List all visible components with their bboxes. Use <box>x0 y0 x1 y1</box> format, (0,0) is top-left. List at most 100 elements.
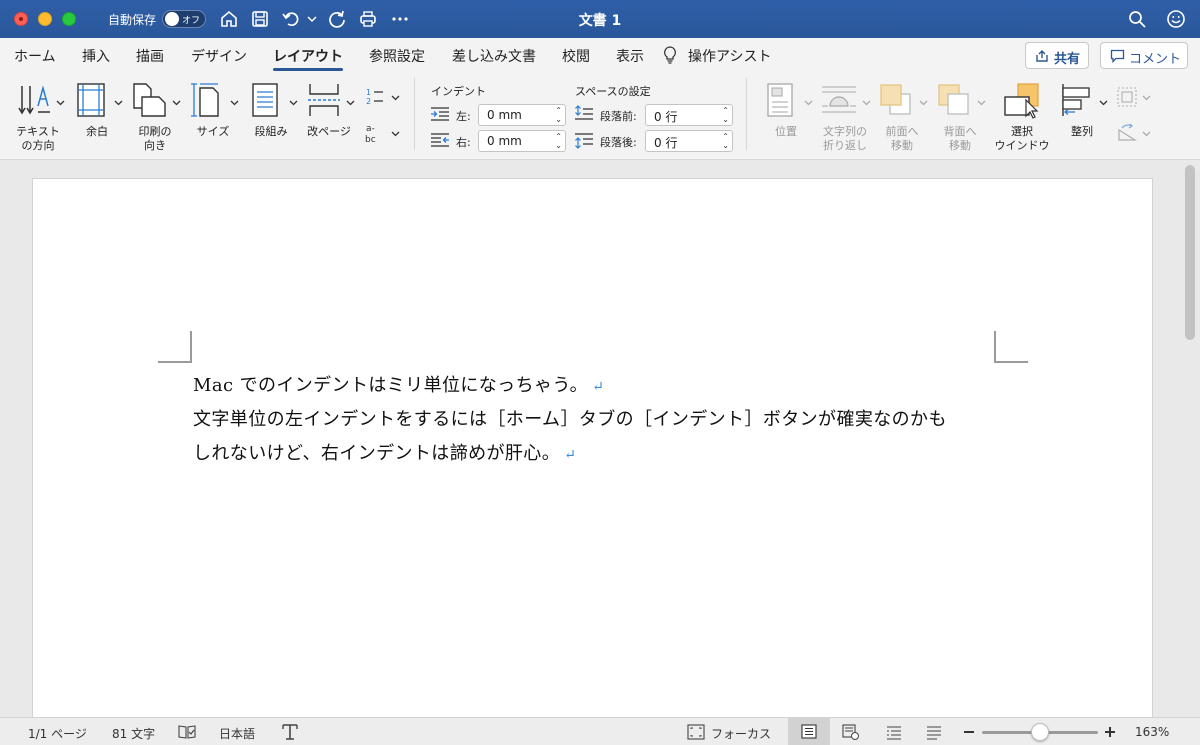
columns-button[interactable]: 段組み <box>246 76 302 152</box>
paragraph-mark: ↵ <box>564 447 577 463</box>
selection-pane-button[interactable]: 選択 ウインドウ <box>990 76 1054 152</box>
orientation-label: 印刷の 向き <box>138 125 172 152</box>
spacing-before-value: 0 行 <box>654 110 678 124</box>
document-page[interactable]: Mac でのインデントはミリ単位になっちゃう。 ↵ 文字単位の左インデントをするに… <box>32 178 1153 717</box>
indent-left-label: 左: <box>456 110 471 123</box>
tab-review[interactable]: 校閲 <box>562 46 590 66</box>
tab-view[interactable]: 表示 <box>616 46 644 66</box>
tab-design[interactable]: デザイン <box>191 46 247 66</box>
orientation-icon <box>133 83 166 117</box>
ribbon-separator <box>746 78 747 150</box>
bring-forward-icon <box>880 84 911 115</box>
svg-text:1: 1 <box>366 88 371 97</box>
wrap-text-button[interactable]: 文字列の 折り返し <box>816 76 874 152</box>
chevron-down-icon <box>346 100 355 106</box>
tab-home[interactable]: ホーム <box>14 46 56 66</box>
paragraph-line-1[interactable]: Mac でのインデントはミリ単位になっちゃう。 ↵ <box>193 371 604 397</box>
draft-view-icon[interactable] <box>925 724 943 740</box>
comment-label: コメント <box>1129 52 1182 67</box>
position-label: 位置 <box>775 125 797 138</box>
focus-mode[interactable]: フォーカス <box>711 725 771 742</box>
feedback-smiley-icon[interactable] <box>1166 9 1186 29</box>
hyphenation-icon[interactable]: a- bc <box>364 122 386 144</box>
columns-icon <box>252 83 278 117</box>
zoom-in-icon[interactable] <box>1104 725 1116 739</box>
indent-right-value: 0 mm <box>487 134 522 148</box>
chevron-down-icon <box>56 100 65 106</box>
send-backward-icon <box>938 84 969 115</box>
paragraph-line-3[interactable]: しれないけど、右インデントは諦めが肝心。 ↵ <box>193 439 576 465</box>
size-label: サイズ <box>196 125 230 138</box>
spacing-before-icon <box>575 105 593 120</box>
zoom-out-icon[interactable] <box>963 725 975 739</box>
indent-right-stepper-icon[interactable]: ⌃ ⌄ <box>555 132 562 150</box>
tab-draw[interactable]: 描画 <box>136 46 164 66</box>
indent-left-field[interactable]: 0 mm ⌃ ⌄ <box>478 104 566 126</box>
spacing-before-stepper-icon[interactable]: ⌃ ⌄ <box>722 106 729 124</box>
orientation-button[interactable]: 印刷の 向き <box>128 76 186 152</box>
position-button[interactable]: 位置 <box>758 76 814 152</box>
search-icon[interactable] <box>1127 9 1147 29</box>
document-canvas[interactable]: Mac でのインデントはミリ単位になっちゃう。 ↵ 文字単位の左インデントをするに… <box>0 160 1200 717</box>
chevron-down-icon[interactable] <box>1142 129 1151 138</box>
spacing-group-title: スペースの設定 <box>575 85 651 98</box>
align-button[interactable]: 整列 <box>1056 76 1112 152</box>
selection-pane-label: 選択 ウインドウ <box>994 125 1050 152</box>
chevron-down-icon[interactable] <box>391 129 400 138</box>
svg-text:bc: bc <box>365 135 376 144</box>
align-icon <box>1062 84 1090 116</box>
zoom-level[interactable]: 163% <box>1135 725 1169 739</box>
rotate-icon[interactable] <box>1116 122 1138 144</box>
group-objects-icon[interactable] <box>1116 86 1138 108</box>
indent-left-stepper-icon[interactable]: ⌃ ⌄ <box>555 106 562 124</box>
vertical-scrollbar[interactable] <box>1185 165 1195 340</box>
chevron-down-icon[interactable] <box>391 93 400 102</box>
language[interactable]: 日本語 <box>219 725 255 742</box>
spacing-after-field[interactable]: 0 行 ⌃ ⌄ <box>645 130 733 152</box>
print-layout-view-button[interactable] <box>788 718 830 745</box>
zoom-slider-handle[interactable] <box>1031 723 1049 741</box>
margins-button[interactable]: 余白 <box>72 76 126 152</box>
share-label: 共有 <box>1054 52 1081 67</box>
outline-view-icon[interactable] <box>885 724 903 740</box>
proofing-icon[interactable] <box>178 724 196 740</box>
svg-text:a-: a- <box>366 124 375 134</box>
tab-tell-me[interactable]: 操作アシスト <box>688 46 771 66</box>
spacing-after-icon <box>575 133 593 149</box>
size-button[interactable]: サイズ <box>188 76 242 152</box>
spacing-after-stepper-icon[interactable]: ⌃ ⌄ <box>722 132 729 150</box>
word-count[interactable]: 81 文字 <box>112 725 155 742</box>
paragraph-text: しれないけど、右インデントは諦めが肝心。 <box>193 443 561 464</box>
comment-icon <box>1110 49 1125 63</box>
bring-forward-button[interactable]: 前面へ 移動 <box>874 76 930 152</box>
share-button[interactable]: 共有 <box>1025 42 1089 69</box>
tab-mailings[interactable]: 差し込み文書 <box>452 46 536 66</box>
chevron-down-icon[interactable] <box>1142 93 1151 102</box>
margins-label: 余白 <box>86 125 108 138</box>
chevron-down-icon <box>919 100 928 106</box>
paragraph-line-2[interactable]: 文字単位の左インデントをするには［ホーム］タブの［インデント］ボタンが確実なのか… <box>193 405 947 431</box>
accessibility-icon[interactable] <box>281 723 299 741</box>
breaks-button[interactable]: 改ページ <box>302 76 360 152</box>
line-numbers-icon[interactable]: 1 2 <box>365 86 385 106</box>
text-direction-button[interactable]: テキスト の方向 <box>8 76 68 152</box>
send-backward-button[interactable]: 背面へ 移動 <box>932 76 988 152</box>
focus-icon[interactable] <box>687 724 705 740</box>
wrap-text-icon <box>822 86 856 113</box>
chevron-down-icon <box>172 100 181 106</box>
chevron-down-icon <box>804 100 813 106</box>
tab-layout[interactable]: レイアウト <box>273 46 343 66</box>
chevron-down-icon <box>289 100 298 106</box>
tab-insert[interactable]: 挿入 <box>82 46 110 66</box>
paragraph-mark: ↵ <box>592 379 605 395</box>
indent-right-field[interactable]: 0 mm ⌃ ⌄ <box>478 130 566 152</box>
comment-button[interactable]: コメント <box>1100 42 1188 69</box>
spacing-before-field[interactable]: 0 行 ⌃ ⌄ <box>645 104 733 126</box>
chevron-down-icon <box>862 100 871 106</box>
ribbon-separator <box>414 78 415 150</box>
web-layout-icon[interactable] <box>842 724 860 740</box>
tab-references[interactable]: 参照設定 <box>369 46 425 66</box>
page-count[interactable]: 1/1 ページ <box>28 725 87 742</box>
indent-right-label: 右: <box>456 136 471 149</box>
crop-mark-top-left <box>158 331 192 363</box>
